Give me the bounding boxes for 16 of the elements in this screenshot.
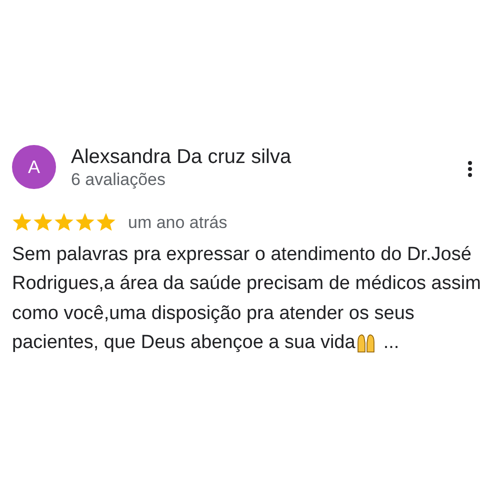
- star-icon: [75, 213, 95, 232]
- star-icon: [54, 213, 74, 232]
- author-name[interactable]: Alexsandra Da cruz silva: [71, 145, 292, 169]
- review-text: pacientes, que Deus abençoe a sua vida: [12, 331, 356, 355]
- read-more-link[interactable]: ...: [383, 328, 400, 358]
- review-text: Rodrigues,a área da saúde precisam de médicos assim: [12, 272, 481, 296]
- review-text: como você,uma disposição pra atender os seus: [12, 302, 414, 326]
- star-icon: [96, 213, 116, 232]
- star-icon: [12, 213, 32, 232]
- review-time: um ano atrás: [128, 212, 228, 234]
- review-text: Sem palavras pra expressar o atendimento do Dr.José: [12, 242, 472, 266]
- more-options-icon: [468, 161, 472, 177]
- star-icon: [33, 213, 53, 232]
- raised-hands-icon: [356, 332, 376, 353]
- review-count: 6 avaliações: [71, 169, 167, 191]
- avatar[interactable]: A: [12, 145, 56, 189]
